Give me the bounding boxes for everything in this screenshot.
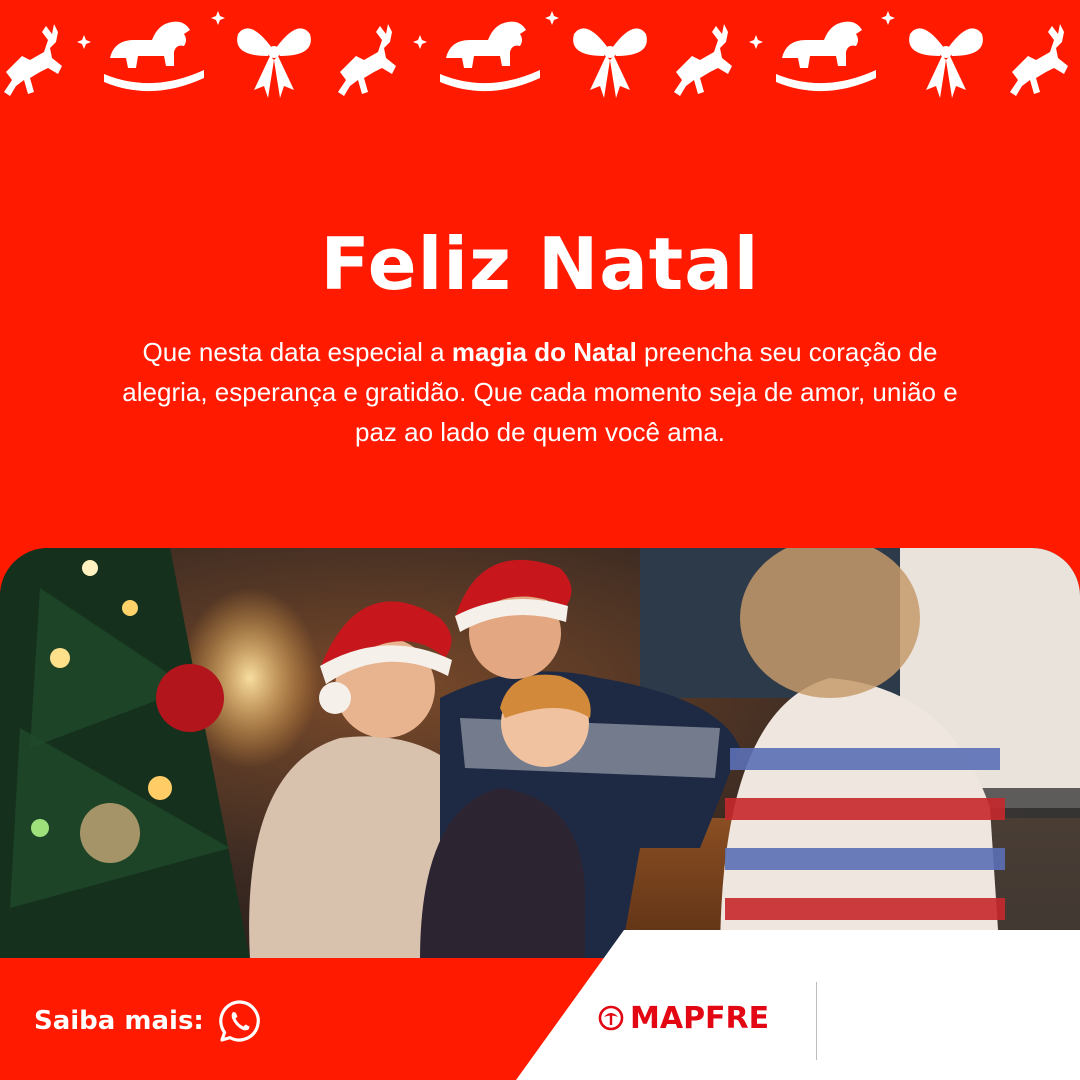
christmas-card: Feliz Natal Que nesta data especial a ma… (0, 0, 1080, 1080)
message-highlight: magia do Natal (451, 337, 637, 367)
reindeer-icon (338, 24, 396, 96)
footer-divider (816, 982, 817, 1060)
sparkle-icon (211, 11, 225, 25)
rocking-horse-icon (776, 21, 876, 92)
ornament-border (4, 11, 1068, 98)
sparkle-icon (413, 35, 427, 49)
reindeer-icon (674, 24, 732, 96)
bow-icon (573, 28, 647, 98)
brand-logo: MAPFRE (598, 998, 769, 1038)
reindeer-icon (1010, 24, 1068, 96)
family-photo (0, 548, 1080, 960)
reindeer-icon (4, 24, 62, 96)
message-part-1: Que nesta data especial a (142, 337, 452, 367)
whatsapp-icon[interactable] (218, 999, 262, 1043)
mapfre-logo-icon (598, 1005, 624, 1031)
sparkle-icon (881, 11, 895, 25)
cta[interactable]: Saiba mais: (34, 996, 262, 1046)
sparkle-icon (545, 11, 559, 25)
brand-name: MAPFRE (630, 1000, 770, 1036)
bow-icon (237, 28, 311, 98)
bow-icon (909, 28, 983, 98)
rocking-horse-icon (104, 21, 204, 92)
sparkle-icon (77, 35, 91, 49)
cta-label: Saiba mais: (34, 1006, 204, 1036)
greeting-message: Que nesta data especial a magia do Natal… (110, 332, 970, 452)
page-title: Feliz Natal (320, 222, 760, 306)
sparkle-icon (749, 35, 763, 49)
rocking-horse-icon (440, 21, 540, 92)
